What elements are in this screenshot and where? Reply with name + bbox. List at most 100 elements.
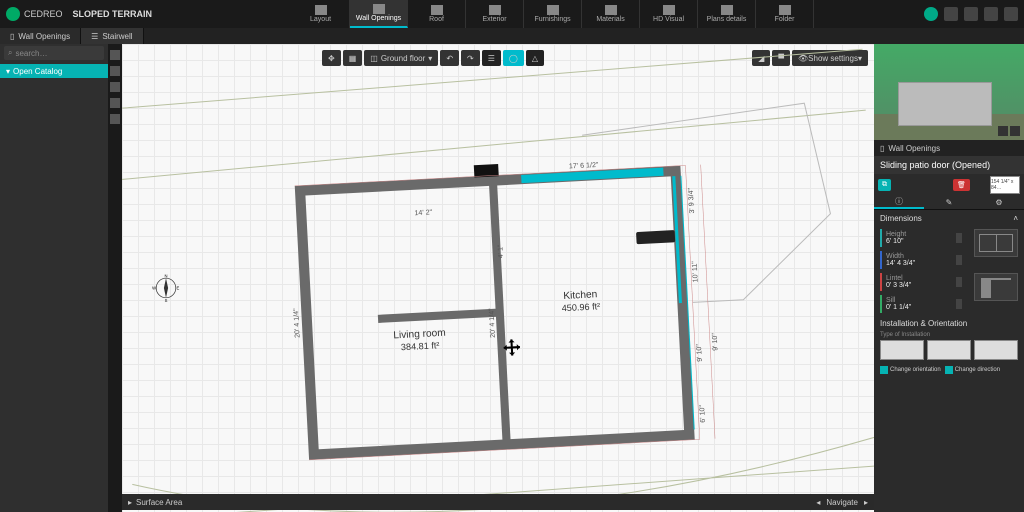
svg-text:4' 1": 4' 1" [496,244,505,259]
exit-icon[interactable] [1004,7,1018,21]
stairs-icon: ☰ [91,32,98,41]
compass: N S E W [152,274,180,302]
navigate-button[interactable]: Navigate [826,498,858,507]
canvas-status-bar: ▸ Surface Area ◂ Navigate ▸ [122,494,874,510]
help-icon[interactable] [924,7,938,21]
svg-text:17' 6 1/2": 17' 6 1/2" [569,161,599,171]
floorplan: Living room 384.81 ft² Kitchen 450.96 ft… [122,44,874,512]
roof-icon [431,5,443,15]
svg-text:10' 11": 10' 11" [691,261,700,283]
furnishings-icon [547,5,559,15]
tab-plans-details[interactable]: Plans details [698,0,756,28]
dim-width: Width14' 4 3/4" [874,249,968,271]
top-bar: CEDREO SLOPED TERRAIN Layout Wall Openin… [0,0,1024,28]
top-right-actions [924,7,1018,21]
dim-height: Height6' 10" [874,227,968,249]
search-input[interactable]: ⌕ search… [4,46,104,60]
orientation-actions: Change orientation Change direction [874,362,1024,378]
svg-text:9' 10": 9' 10" [695,343,704,362]
duplicate-button[interactable]: ⧉ [878,179,891,191]
materials-icon [605,5,617,15]
element-thumb[interactable]: 154 1/4" x 84… [990,176,1020,194]
tab-wall-openings[interactable]: Wall Openings [350,0,408,28]
exterior-icon [489,5,501,15]
panel-tab[interactable]: ▯ Wall Openings [874,140,1024,156]
install-opt-2[interactable] [927,340,971,360]
search-icon: ⌕ [8,48,12,58]
change-direction-button[interactable]: Change direction [945,366,1000,374]
dimensions-header[interactable]: Dimensions ˄ [874,210,1024,227]
svg-text:20' 4 1/4": 20' 4 1/4" [487,308,497,338]
tab-exterior[interactable]: Exterior [466,0,524,28]
svg-text:S: S [165,298,168,302]
subtab-stairwell[interactable]: ☰ Stairwell [81,28,143,44]
subtab-info[interactable]: ⓘ [874,196,924,209]
tab-layout[interactable]: Layout [292,0,350,28]
install-opt-1[interactable] [880,340,924,360]
stepper[interactable] [956,277,962,287]
open-catalog-button[interactable]: ▾ Open Catalog [0,64,108,78]
panel-subtabs: ⓘ ✎ ⚙ [874,196,1024,210]
view-toolstrip [108,44,122,512]
dim-sill: Sill0' 1 1/4" [874,293,968,315]
install-opt-3[interactable] [974,340,1018,360]
fullscreen-icon[interactable] [984,7,998,21]
brand-logo-icon [6,7,20,21]
view-reset-icon[interactable] [1010,126,1020,136]
main-tabs: Layout Wall Openings Roof Exterior Furni… [292,0,814,28]
action-1-icon[interactable] [944,7,958,21]
openings-icon [373,4,385,14]
delete-button[interactable]: 🗑 [953,179,970,191]
tool-3[interactable] [110,82,120,92]
chevron-down-icon: ▾ [6,67,10,76]
element-actions: ⧉ 🗑 154 1/4" x 84… [874,174,1024,196]
expand-icon[interactable]: ▸ [128,498,132,507]
stepper[interactable] [956,255,962,265]
brand-name: CEDREO [24,9,63,19]
door-icon: ▯ [880,144,884,153]
nav-right-icon[interactable]: ▸ [864,498,868,507]
tool-5[interactable] [110,114,120,124]
brand: CEDREO SLOPED TERRAIN [6,7,152,21]
svg-text:6' 10": 6' 10" [698,404,707,423]
tab-materials[interactable]: Materials [582,0,640,28]
room-kitchen-name: Kitchen [563,289,597,302]
tool-1[interactable] [110,50,120,60]
sub-tabs: ▯ Wall Openings ☰ Stairwell [0,28,1024,44]
svg-text:9' 10": 9' 10" [711,332,720,351]
change-orientation-button[interactable]: Change orientation [880,366,941,374]
layout-icon [315,5,327,15]
svg-text:14' 2": 14' 2" [414,208,433,217]
floorplan-canvas[interactable]: ✥ ▦ ◫ Ground floor ▾ ↶ ↷ ☰ ◯ △ ◢ ▀ 👁 Sho… [122,44,874,512]
subtab-wall-openings[interactable]: ▯ Wall Openings [0,28,81,44]
tab-folder[interactable]: Folder [756,0,814,28]
svg-text:E: E [177,285,180,290]
svg-text:N: N [164,274,167,279]
view-cube-icon[interactable] [998,126,1008,136]
stepper[interactable] [956,233,962,243]
surface-area-button[interactable]: Surface Area [136,498,182,507]
tool-4[interactable] [110,98,120,108]
project-title: SLOPED TERRAIN [73,9,153,19]
tab-roof[interactable]: Roof [408,0,466,28]
install-options [874,338,1024,362]
selected-element-title: Sliding patio door (Opened) [874,156,1024,174]
tab-hd-visual[interactable]: HD Visual [640,0,698,28]
nav-left-icon[interactable]: ◂ [816,498,820,507]
subtab-settings[interactable]: ⚙ [974,196,1024,209]
properties-panel: ▯ Wall Openings Sliding patio door (Open… [874,44,1024,512]
tool-2[interactable] [110,66,120,76]
dim-diagram-window [974,229,1018,257]
install-header[interactable]: Installation & Orientation [874,315,1024,332]
room-kitchen-area: 450.96 ft² [561,301,600,313]
svg-text:20' 4 1/4": 20' 4 1/4" [292,308,302,338]
room-living-area: 384.81 ft² [401,340,440,352]
preview-3d[interactable] [874,44,1024,140]
stepper[interactable] [956,299,962,309]
subtab-style[interactable]: ✎ [924,196,974,209]
action-2-icon[interactable] [964,7,978,21]
svg-text:3' 9 3/4": 3' 9 3/4" [687,187,696,213]
tab-furnishings[interactable]: Furnishings [524,0,582,28]
dim-lintel: Lintel0' 3 3/4" [874,271,968,293]
camera-icon [663,5,675,15]
